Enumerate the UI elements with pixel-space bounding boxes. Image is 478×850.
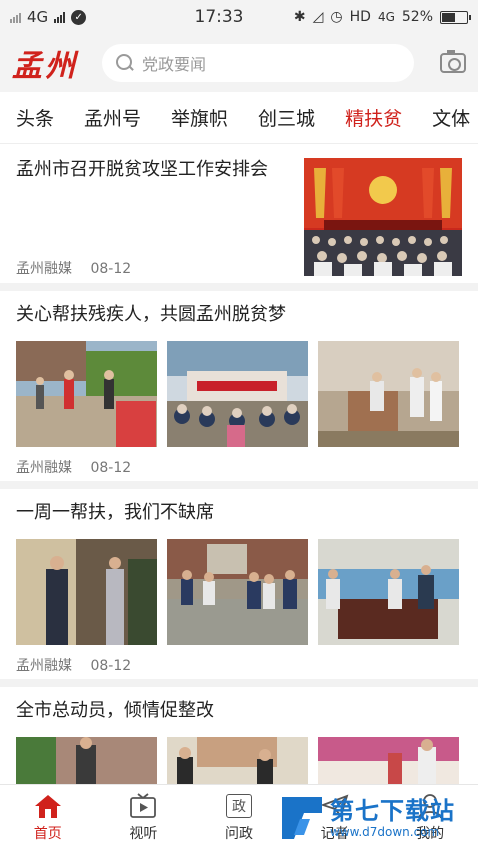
nav-label: 首页 — [33, 825, 62, 842]
status-time: 17:33 — [194, 7, 244, 27]
news-item[interactable]: 一周一帮扶，我们不缺席 孟州融媒 08-12 — [0, 489, 478, 687]
battery-icon — [440, 10, 471, 24]
news-title: 一周一帮扶，我们不缺席 — [16, 502, 214, 523]
outdoor-photo — [16, 341, 157, 447]
signal-icon — [10, 11, 21, 23]
news-source: 孟州融媒 — [16, 658, 72, 674]
news-source: 孟州融媒 — [16, 261, 72, 277]
village-photo — [167, 341, 308, 447]
hd-label: HD — [349, 9, 371, 25]
news-thumbnail — [318, 737, 459, 784]
news-item[interactable]: 孟州市召开脱贫攻坚工作安排会 孟州融媒 08-12 — [0, 146, 478, 291]
status-left: 4G ✓ — [10, 8, 170, 26]
news-item[interactable]: 全市总动员，倾情促整改 — [0, 687, 478, 784]
nav-label: 问政 — [224, 825, 253, 842]
news-thumbnail — [318, 341, 459, 447]
zheng-icon: 政 — [225, 793, 253, 819]
search-input[interactable]: 党政要闻 — [102, 44, 414, 82]
home-icon — [34, 793, 62, 819]
nav-label: 视听 — [129, 825, 158, 842]
check-icon: ✓ — [71, 9, 87, 25]
hall-photo — [318, 737, 459, 784]
news-thumbnail — [16, 341, 157, 447]
search-icon — [116, 54, 134, 72]
category-tabs: 头条 孟州号 举旗帜 创三城 精扶贫 文体 — [0, 92, 478, 144]
news-thumbnails — [16, 341, 462, 447]
meeting-photo — [304, 158, 462, 276]
news-title: 关心帮扶残疾人，共圆孟州脱贫梦 — [16, 304, 286, 325]
news-meta: 孟州融媒 08-12 — [16, 457, 131, 477]
signal-strength-icon — [54, 11, 66, 23]
news-thumbnail — [16, 737, 157, 784]
yard-photo — [16, 737, 157, 784]
watermark-logo-icon — [282, 797, 322, 839]
home-visit-photo — [318, 341, 459, 447]
news-feed: 孟州市召开脱贫攻坚工作安排会 孟州融媒 08-12 关心帮扶残疾人，共圆孟州脱贫… — [0, 146, 478, 784]
app-logo: 孟州 — [12, 49, 78, 84]
watermark-title: 第七下载站 — [330, 797, 455, 825]
news-title: 孟州市召开脱贫攻坚工作安排会 — [16, 159, 268, 180]
battery-label: 52% — [401, 9, 433, 25]
nav-home[interactable]: 首页 — [0, 785, 96, 850]
nav-video[interactable]: 视听 — [96, 785, 192, 850]
news-thumbnail — [304, 158, 462, 276]
news-source: 孟州融媒 — [16, 460, 72, 476]
news-thumbnails — [16, 737, 462, 784]
courtyard-photo — [167, 539, 308, 645]
mute-icon: ◿ — [312, 9, 324, 25]
news-thumbnail — [167, 737, 308, 784]
watermark-text: 第七下载站 www.d7down.com — [330, 797, 455, 839]
site-watermark: 第七下载站 www.d7down.com — [280, 792, 472, 844]
status-bar: 4G ✓ 17:33 ✱ ◿ ◷ HD 4G 52% — [0, 0, 478, 34]
office-photo — [318, 539, 459, 645]
tab-jingfupin[interactable]: 精扶贫 — [345, 104, 402, 131]
news-date: 08-12 — [90, 460, 132, 476]
news-thumbnail — [167, 539, 308, 645]
network-4g-label: 4G — [377, 10, 395, 24]
tv-icon — [129, 792, 157, 819]
network-label: 4G — [27, 8, 49, 26]
nav-wenzheng[interactable]: 政 问政 — [191, 785, 287, 850]
tab-mengzhouhao[interactable]: 孟州号 — [84, 104, 141, 131]
bluetooth-icon: ✱ — [293, 9, 306, 25]
news-thumbnails — [16, 539, 462, 645]
tab-wenti[interactable]: 文体 — [432, 104, 470, 131]
tab-toutiao[interactable]: 头条 — [16, 104, 54, 131]
tab-chuangsancheng[interactable]: 创三城 — [258, 104, 315, 131]
meeting-room-photo — [167, 737, 308, 784]
alarm-icon: ◷ — [330, 9, 343, 25]
news-title: 全市总动员，倾情促整改 — [16, 700, 214, 721]
news-item[interactable]: 关心帮扶残疾人，共圆孟州脱贫梦 孟州融媒 08-12 — [0, 291, 478, 489]
search-placeholder: 党政要闻 — [142, 55, 207, 74]
indoor-photo — [16, 539, 157, 645]
app-header: 孟州 党政要闻 — [0, 34, 478, 92]
news-date: 08-12 — [90, 261, 132, 277]
tab-juqizhi[interactable]: 举旗帜 — [171, 104, 228, 131]
camera-icon[interactable] — [440, 50, 466, 73]
news-date: 08-12 — [90, 658, 132, 674]
status-right: ✱ ◿ ◷ HD 4G 52% — [268, 9, 471, 25]
news-thumbnail — [167, 341, 308, 447]
watermark-url: www.d7down.com — [330, 825, 440, 839]
news-meta: 孟州融媒 08-12 — [16, 655, 131, 675]
zheng-glyph: 政 — [225, 793, 252, 818]
news-thumbnail — [318, 539, 459, 645]
news-meta: 孟州融媒 08-12 — [16, 258, 131, 278]
news-thumbnail — [16, 539, 157, 645]
